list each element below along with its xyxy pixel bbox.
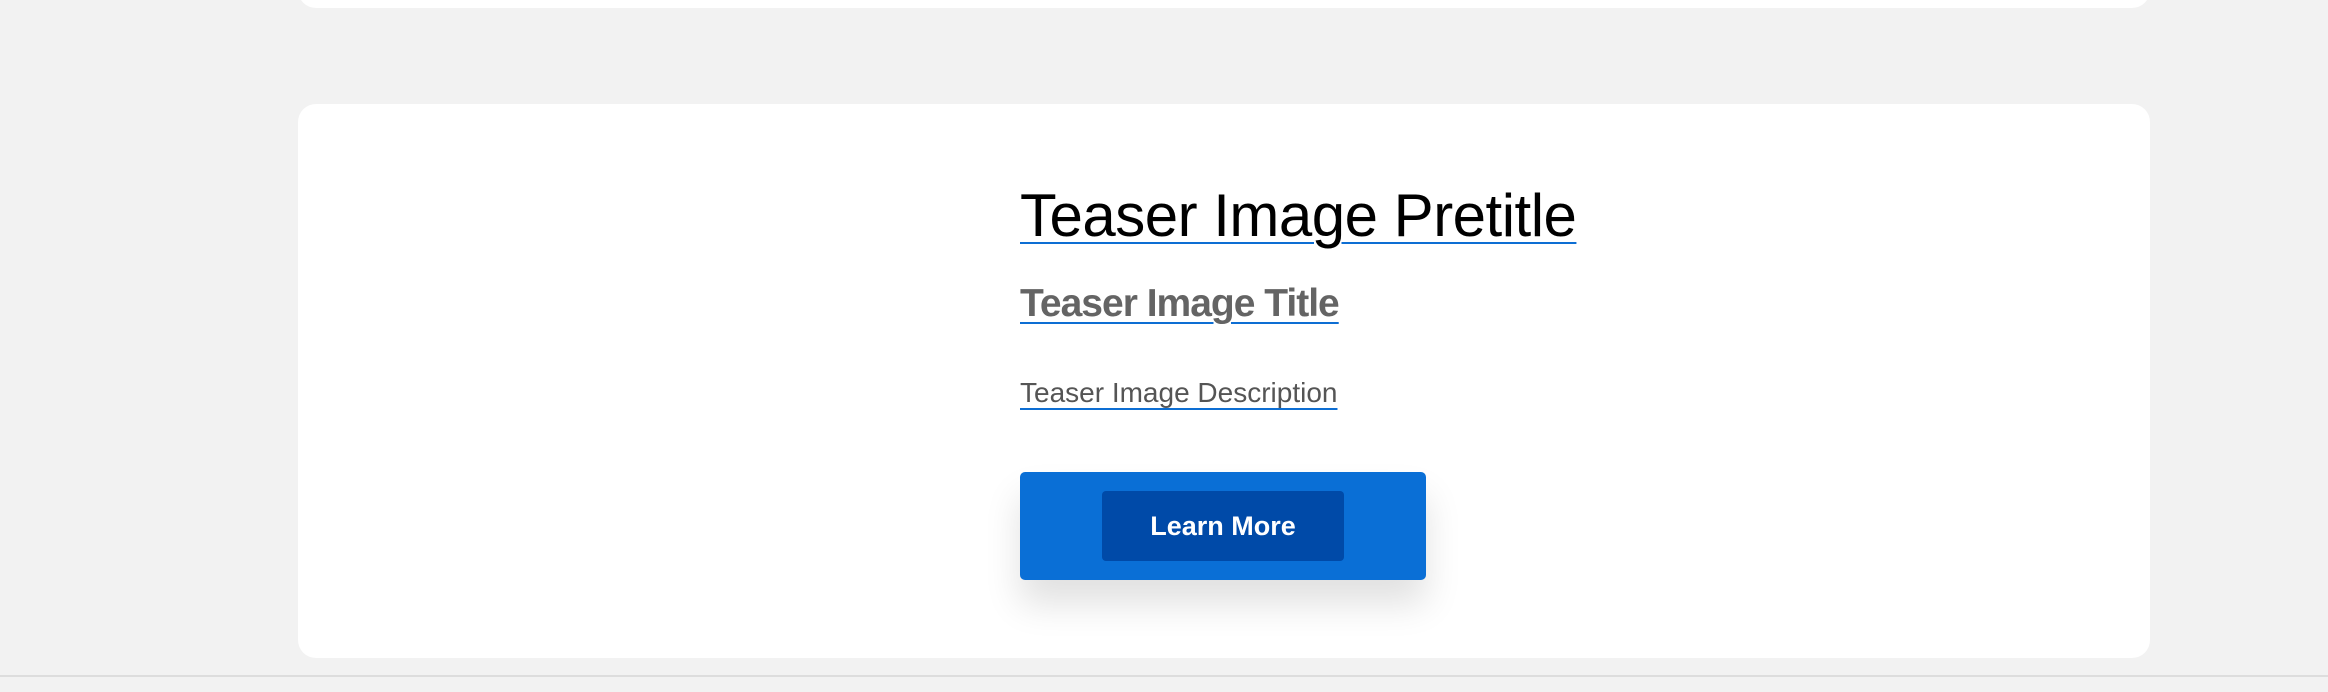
learn-more-button[interactable]: Learn More: [1020, 472, 1426, 580]
page-divider: [0, 675, 2328, 677]
teaser-card: Teaser Image Pretitle Teaser Image Title…: [298, 104, 2150, 658]
teaser-title-wrapper: Teaser Image Title: [1020, 282, 1920, 326]
learn-more-button-label: Learn More: [1102, 491, 1344, 561]
teaser-description-wrapper: Teaser Image Description: [1020, 377, 1920, 409]
teaser-title-link[interactable]: Teaser Image Title: [1020, 282, 1340, 326]
previous-card-edge: [298, 0, 2150, 8]
teaser-description-link[interactable]: Teaser Image Description: [1020, 377, 1337, 409]
teaser-content: Teaser Image Pretitle Teaser Image Title…: [1020, 184, 1920, 409]
teaser-pretitle-link[interactable]: Teaser Image Pretitle: [1020, 184, 1577, 247]
